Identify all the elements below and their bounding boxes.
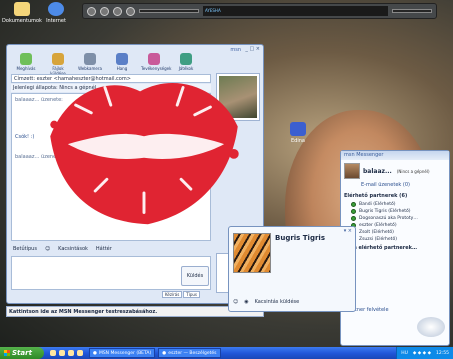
send-button[interactable]: Küldés <box>181 266 209 286</box>
quick-launch-icon[interactable] <box>77 350 83 356</box>
send-wink-button[interactable]: Kacsintás küldése <box>255 299 300 305</box>
next-icon[interactable] <box>126 6 135 16</box>
emoticon-icon[interactable]: ☺ <box>45 246 50 252</box>
list-item[interactable]: Zsolt (Elérhető) <box>341 229 449 236</box>
ie-icon <box>48 2 64 16</box>
taskbar: Start ● MSN Messenger (BETA) ● eszter — … <box>0 347 453 359</box>
font-button[interactable]: Betűtípus <box>13 246 37 252</box>
avatar[interactable] <box>344 163 360 179</box>
group-offline[interactable]: Nem elérhető partnerek… <box>341 243 449 253</box>
previous-icon[interactable] <box>113 6 122 16</box>
buddy-icon: ● <box>93 350 97 356</box>
email-link[interactable]: E-mail üzenetek (0) <box>341 182 449 191</box>
buddy-icon <box>351 216 356 221</box>
desktop-icon-internet[interactable]: Internet <box>36 2 76 24</box>
tray-icons[interactable]: ◆ ◆ ◆ ◆ <box>413 351 431 356</box>
picture-icon <box>290 122 306 136</box>
quick-launch <box>44 350 89 356</box>
user-status[interactable]: (Nincs a gépnél) <box>397 169 430 174</box>
activities-icon <box>148 53 160 65</box>
volume-slider[interactable] <box>392 9 432 13</box>
contact-picture[interactable] <box>233 233 271 273</box>
popup-actions: ☺ ◉ Kacsintás küldése <box>233 299 299 305</box>
chat-line: Csók! :) <box>15 134 35 140</box>
window-title: msn <box>230 47 241 53</box>
user-name: balaaz... <box>363 167 392 175</box>
input-mode-tabs: Kézírás Típus <box>162 291 200 298</box>
quick-launch-icon[interactable] <box>59 350 65 356</box>
invite-icon <box>20 53 32 65</box>
media-player-bar[interactable]: AYESHA <box>82 3 437 19</box>
seek-slider[interactable] <box>139 9 199 13</box>
contact-name: Bugris Tigris <box>275 234 325 242</box>
start-button[interactable]: Start <box>0 347 44 359</box>
tab-handwriting[interactable]: Kézírás <box>162 291 183 298</box>
winks-button[interactable]: Kacsintások <box>58 246 88 252</box>
list-item[interactable]: Bandi (Elérhető) <box>341 201 449 208</box>
audio-icon <box>116 53 128 65</box>
send-files-icon <box>52 53 64 65</box>
list-item[interactable]: Zsuzsi (Elérhető) <box>341 236 449 243</box>
folder-icon <box>14 2 30 16</box>
language-indicator[interactable]: HU <box>401 351 408 356</box>
contact-popup: ▾ × Bugris Tigris ☺ ◉ Kacsintás küldése <box>228 226 356 312</box>
media-display: AYESHA <box>203 6 388 16</box>
popup-controls[interactable]: ▾ × <box>344 228 352 234</box>
taskbar-button-messenger[interactable]: ● MSN Messenger (BETA) <box>89 348 156 358</box>
quick-launch-icon[interactable] <box>68 350 74 356</box>
invite-button[interactable]: Meghívás <box>13 53 39 76</box>
desktop-icon-edina[interactable]: Edina <box>278 122 318 144</box>
my-profile[interactable]: balaaz... (Nincs a gépnél) <box>341 160 449 182</box>
msn-logo <box>417 317 445 337</box>
messenger-header: msn Messenger <box>341 151 449 160</box>
window-controls[interactable]: _ □ × <box>245 46 260 52</box>
system-tray: HU ◆ ◆ ◆ ◆ 12:55 <box>396 347 453 359</box>
list-item[interactable]: eszter (Elérhető) <box>341 222 449 229</box>
list-item[interactable]: Dogsonaszú aka Prototy… <box>341 215 449 222</box>
stop-icon[interactable] <box>100 6 109 16</box>
tab-type[interactable]: Típus <box>183 291 200 298</box>
clock[interactable]: 12:55 <box>436 351 449 356</box>
chat-icon[interactable]: ☺ <box>233 299 238 305</box>
buddy-icon <box>351 202 356 207</box>
format-bar: Betűtípus ☺ Kacsintások Háttér <box>11 244 211 254</box>
quick-launch-icon[interactable] <box>50 350 56 356</box>
customize-banner[interactable]: Kattintson ide az MSN Messenger testresz… <box>6 306 264 317</box>
windows-icon <box>4 350 10 356</box>
list-item[interactable]: Bugris Tigris (Elérhető) <box>341 208 449 215</box>
buddy-icon <box>351 209 356 214</box>
lips-emoticon <box>50 82 239 225</box>
background-button[interactable]: Háttér <box>96 246 112 252</box>
messenger-window: msn Messenger balaaz... (Nincs a gépnél)… <box>340 150 450 346</box>
group-online[interactable]: Elérhető partnerek (6) <box>341 191 449 201</box>
games-icon <box>180 53 192 65</box>
buddy-icon: ● <box>162 350 167 356</box>
play-icon[interactable] <box>87 6 96 16</box>
wink-icon[interactable]: ◉ <box>244 299 248 305</box>
webcam-icon <box>84 53 96 65</box>
taskbar-button-conversation[interactable]: ● eszter — Beszélgetés <box>158 348 221 358</box>
